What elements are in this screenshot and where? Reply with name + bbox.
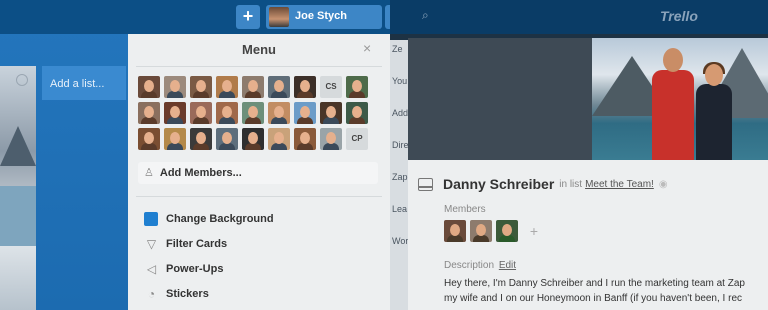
- member-avatar[interactable]: [346, 102, 368, 124]
- list-link[interactable]: Meet the Team!: [585, 179, 654, 190]
- user-name: Joe Stych: [295, 10, 347, 22]
- member-avatar[interactable]: [138, 128, 160, 150]
- background-list-peek: Ze You Add Dire Zap Lea Wor: [390, 40, 408, 310]
- trello-logo: Trello: [660, 8, 698, 24]
- menu-item-sticker[interactable]: ◔ Stickers: [144, 281, 274, 306]
- member-avatar[interactable]: [242, 128, 264, 150]
- menu-items: Change Background ▽ Filter Cards ◁ Power-Ups…: [144, 206, 274, 306]
- card-member-avatar[interactable]: [470, 220, 492, 242]
- member-avatar[interactable]: [138, 76, 160, 98]
- member-avatar[interactable]: [242, 102, 264, 124]
- description-line: Hey there, I'm Danny Schreiber and I run…: [444, 278, 745, 289]
- watch-icon[interactable]: ◉: [659, 179, 668, 190]
- menu-item-filter[interactable]: ▽ Filter Cards: [144, 231, 274, 256]
- member-avatar[interactable]: [294, 102, 316, 124]
- menu-item-label: Power-Ups: [166, 262, 224, 275]
- description-edit-link[interactable]: Edit: [499, 260, 516, 271]
- list-peek-text: Ze: [392, 44, 403, 54]
- menu-item-label: Change Background: [166, 212, 274, 225]
- card-icon: [418, 177, 433, 191]
- list-peek-text: Add: [392, 108, 408, 118]
- members-grid: CS CP: [138, 76, 378, 154]
- members-label: Members: [444, 204, 486, 215]
- close-icon[interactable]: ×: [363, 40, 371, 56]
- avatar: [269, 7, 289, 27]
- add-members-button[interactable]: ♙ Add Members...: [138, 162, 378, 184]
- list-peek-text: Zap: [392, 172, 408, 182]
- in-list-label: in list: [559, 178, 583, 190]
- member-avatar[interactable]: [164, 76, 186, 98]
- member-avatar[interactable]: [216, 102, 238, 124]
- person-icon: ♙: [144, 167, 154, 179]
- cover-photo: [592, 38, 768, 160]
- card-members: +: [444, 220, 544, 242]
- add-members-label: Add Members...: [159, 167, 242, 179]
- card-detail-panel: Danny Schreiber in list Meet the Team! ◉…: [408, 38, 768, 310]
- member-avatar[interactable]: [190, 102, 212, 124]
- member-avatar[interactable]: [268, 102, 290, 124]
- member-initials-avatar[interactable]: CP: [346, 128, 368, 150]
- member-avatar[interactable]: [320, 102, 342, 124]
- add-button[interactable]: +: [236, 5, 260, 29]
- member-avatar[interactable]: [242, 76, 264, 98]
- description-line: my wife and I on our Honeymoon in Banff …: [444, 293, 743, 304]
- menu-item-power-ups[interactable]: ◁ Power-Ups: [144, 256, 274, 281]
- header-bar-dimmed: [390, 0, 768, 34]
- member-avatar[interactable]: [294, 128, 316, 150]
- member-avatar[interactable]: [190, 76, 212, 98]
- card-title-row: Danny Schreiber in list Meet the Team! ◉: [418, 176, 758, 192]
- member-avatar[interactable]: [138, 102, 160, 124]
- member-avatar[interactable]: [216, 128, 238, 150]
- member-avatar[interactable]: [190, 128, 212, 150]
- member-initials-avatar[interactable]: CS: [320, 76, 342, 98]
- list-cover-image: [0, 66, 36, 310]
- divider: [136, 196, 382, 197]
- card-member-avatar[interactable]: [496, 220, 518, 242]
- user-menu-button[interactable]: Joe Stych: [266, 5, 382, 29]
- add-card-member-button[interactable]: +: [524, 221, 544, 241]
- card-cover-image: [408, 38, 768, 160]
- menu-title: Menu: [242, 42, 276, 57]
- member-avatar[interactable]: [294, 76, 316, 98]
- menu-item-color-swatch[interactable]: Change Background: [144, 206, 274, 231]
- board-menu-panel: Menu × CS CP ♙ Add Members... Change Backg…: [128, 34, 390, 310]
- add-list-button[interactable]: Add a list...: [42, 66, 126, 100]
- power-ups-icon: ◁: [146, 261, 157, 276]
- member-avatar[interactable]: [164, 128, 186, 150]
- card-member-avatar[interactable]: [444, 220, 466, 242]
- member-avatar[interactable]: [164, 102, 186, 124]
- member-avatar[interactable]: [268, 76, 290, 98]
- list-peek-text: Dire: [392, 140, 408, 150]
- filter-icon: ▽: [146, 236, 157, 251]
- search-icon[interactable]: ⌕: [422, 8, 429, 23]
- list-peek-text: Lea: [392, 204, 408, 214]
- color-swatch-icon: [144, 211, 158, 226]
- description-label: Description: [444, 260, 495, 271]
- list-peek-text: Wor: [392, 236, 408, 246]
- member-avatar[interactable]: [346, 76, 368, 98]
- menu-item-label: Stickers: [166, 287, 209, 300]
- description-text[interactable]: Hey there, I'm Danny Schreiber and I run…: [444, 276, 768, 306]
- card-title[interactable]: Danny Schreiber: [443, 176, 554, 192]
- sticker-icon: ◔: [147, 286, 156, 301]
- member-avatar[interactable]: [216, 76, 238, 98]
- description-row: Description Edit: [444, 260, 516, 271]
- divider: [136, 66, 382, 67]
- member-avatar[interactable]: [268, 128, 290, 150]
- menu-item-label: Filter Cards: [166, 237, 228, 250]
- options-icon[interactable]: [16, 74, 28, 86]
- member-avatar[interactable]: [320, 128, 342, 150]
- list-peek-text: You: [392, 76, 408, 86]
